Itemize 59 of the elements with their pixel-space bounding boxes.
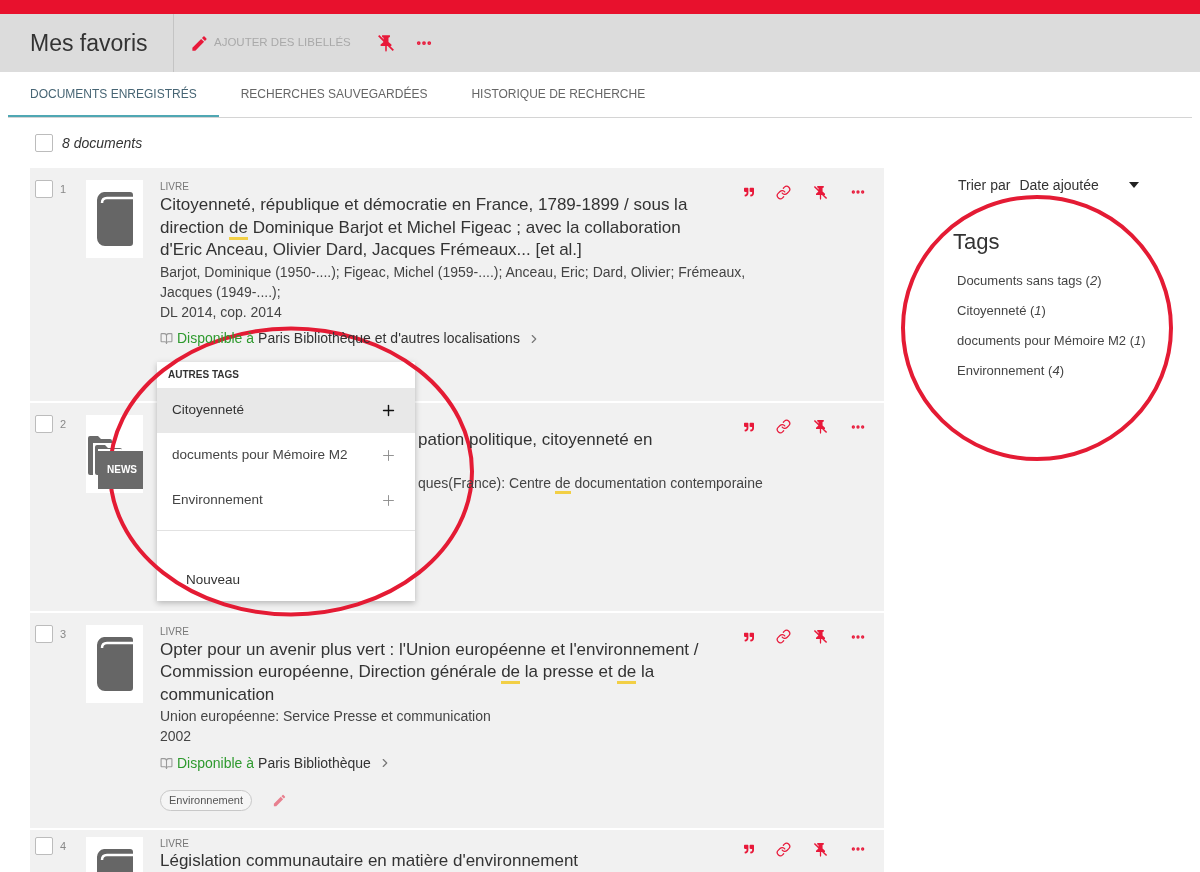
document-type: LIVRE — [160, 837, 189, 851]
document-checkbox[interactable] — [35, 414, 53, 433]
news-label: NEWS — [98, 450, 143, 489]
document-title[interactable]: Citoyenneté, république et démocratie en France, 1789-1899 / sous la direction de Dominique Barjot et Michel Figeac ; avec la collaboration d'Eric Anceau, Olivier Dard, Jacques Frémeaux... [et al.] — [160, 194, 705, 262]
document-number: 2 — [60, 416, 67, 432]
document-authors: Union européenne: Service Presse et communication — [160, 707, 491, 726]
link-icon[interactable] — [776, 184, 791, 200]
sort-select[interactable]: Date ajoutée — [1019, 174, 1150, 196]
document-authors: Barjot, Dominique (1950-....); Figeac, Michel (1959-....); Anceau, Eric; Dard, Olivier; Frémeaux, Jacques (1949-....); — [160, 262, 747, 302]
link-icon[interactable] — [776, 841, 791, 857]
tag-menu-heading: AUTRES TAGS — [167, 368, 240, 382]
tag-menu-item[interactable]: Environnement — [157, 477, 415, 523]
document-number: 3 — [60, 626, 67, 642]
book-open-icon — [160, 332, 173, 345]
document-checkbox[interactable] — [35, 624, 53, 643]
book-open-icon — [160, 756, 173, 770]
document-number: 1 — [60, 182, 67, 197]
document-checkbox[interactable] — [35, 180, 53, 198]
document-title[interactable]: Opter pour un avenir plus vert : l'Union européenne et l'environnement / Commission européenne, Direction générale de la presse et de la communication — [160, 638, 705, 706]
tab[interactable]: HISTORIQUE DE RECHERCHE — [449, 72, 668, 117]
new-tag-button[interactable]: Nouveau — [186, 569, 241, 590]
caret-down-icon — [1129, 182, 1140, 188]
quote-icon[interactable] — [744, 631, 754, 642]
unpin-icon[interactable] — [813, 629, 828, 644]
unpin-icon[interactable] — [813, 419, 828, 434]
tag-menu-item[interactable]: Citoyenneté — [157, 387, 415, 433]
quote-icon[interactable] — [744, 421, 754, 432]
tab[interactable]: RECHERCHES SAUVEGARDÉES — [218, 72, 450, 117]
document-checkbox[interactable] — [35, 837, 53, 855]
select-all-checkbox[interactable] — [35, 134, 53, 152]
tag-filter-link[interactable]: Documents sans tags (2) — [957, 266, 1102, 296]
availability-link[interactable]: Disponible à Paris Bibliothèque — [160, 752, 392, 774]
document-type: LIVRE — [160, 624, 189, 639]
document-date: DL 2014, cop. 2014 — [160, 302, 282, 322]
document-title[interactable]: pation politique, citoyenneté en — [418, 428, 653, 451]
document-date: 2002 — [160, 727, 192, 746]
document-count: 8 documents — [62, 133, 143, 153]
tag-menu-item[interactable]: documents pour Mémoire M2 — [157, 432, 415, 478]
tag-chip[interactable]: Environnement — [160, 789, 252, 811]
unpin-icon[interactable] — [376, 34, 395, 52]
tag-filter-link[interactable]: documents pour Mémoire M2 (1) — [957, 326, 1146, 356]
document-number: 4 — [60, 839, 67, 854]
link-icon[interactable] — [776, 629, 791, 644]
quote-icon[interactable] — [744, 844, 754, 854]
quote-icon[interactable] — [744, 187, 754, 197]
page-title: Mes favoris — [30, 28, 148, 58]
tag-filter-link[interactable]: Environnement (4) — [957, 356, 1064, 386]
pencil-icon[interactable] — [272, 792, 287, 808]
book-icon — [94, 191, 135, 247]
tab[interactable]: DOCUMENTS ENREGISTRÉS — [8, 72, 219, 117]
unpin-icon[interactable] — [813, 841, 828, 857]
sort-label: Trier par — [958, 175, 1011, 195]
tags-heading: Tags — [953, 228, 1000, 256]
unpin-icon[interactable] — [813, 184, 828, 200]
document-type: LIVRE — [160, 180, 189, 194]
tag-filter-link[interactable]: Citoyenneté (1) — [957, 296, 1046, 326]
link-icon[interactable] — [776, 419, 791, 434]
document-title[interactable]: Législation communautaire en matière d'environnement — [160, 851, 579, 871]
book-icon — [94, 635, 135, 692]
